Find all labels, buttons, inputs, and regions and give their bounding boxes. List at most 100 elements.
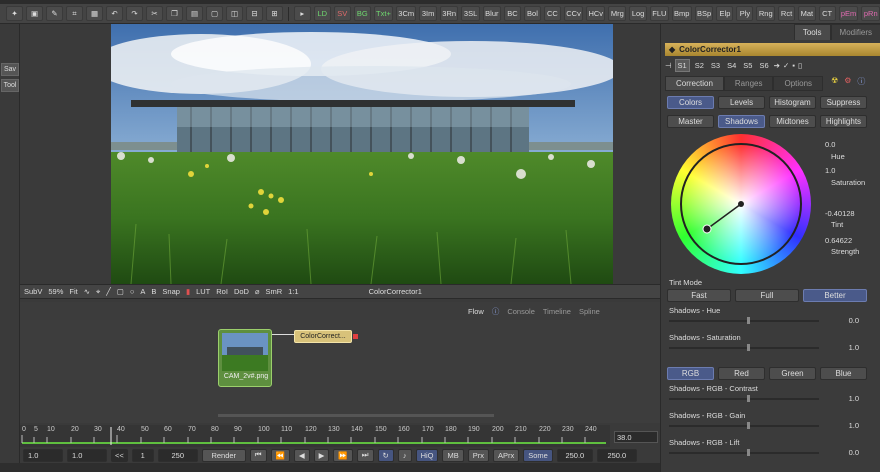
tool-bol[interactable]: Bol xyxy=(523,6,541,21)
hiq-button[interactable]: HiQ xyxy=(415,448,439,462)
tool-flu[interactable]: FLU xyxy=(649,6,669,21)
levels-button[interactable]: Levels xyxy=(718,96,765,109)
highlights-button[interactable]: Highlights xyxy=(820,115,867,128)
shadows-saturation-slider[interactable] xyxy=(669,347,819,349)
pin-icon[interactable]: ➔ xyxy=(774,61,780,70)
spline-icon[interactable]: ∿ xyxy=(84,287,90,296)
layout-icon-1[interactable]: ▢ xyxy=(206,6,223,21)
output-connector[interactable] xyxy=(353,334,358,339)
master-button[interactable]: Master xyxy=(667,115,714,128)
gain-value[interactable]: 1.0 xyxy=(823,421,859,430)
tool-sv[interactable]: SV xyxy=(333,6,351,21)
contrast-knob[interactable] xyxy=(747,395,750,402)
tool-bg[interactable]: BG xyxy=(353,6,371,21)
tab-tools[interactable]: Tools xyxy=(793,24,831,40)
loader-node[interactable]: CAM_2v#.png xyxy=(218,329,272,387)
tool-ply[interactable]: Ply xyxy=(736,6,754,21)
tool-log[interactable]: Log xyxy=(629,6,647,21)
timeline[interactable]: 0 5 10 20 30 40 50 60 70 80 90 100 110 1… xyxy=(20,425,660,447)
cut-icon[interactable]: ✂ xyxy=(146,6,163,21)
color-channel-icon[interactable]: ▮ xyxy=(186,287,190,296)
smr-button[interactable]: SmR xyxy=(265,287,282,296)
colorcorrector-node[interactable]: ColorCorrect... xyxy=(294,330,352,343)
tint-mode-fast[interactable]: Fast xyxy=(667,289,731,302)
undo-icon[interactable]: ↶ xyxy=(106,6,123,21)
go-to-end-icon[interactable]: ⏭ xyxy=(356,448,374,462)
gain-slider[interactable] xyxy=(669,425,819,427)
text-icon[interactable]: A xyxy=(140,287,145,296)
tool-bsp[interactable]: BSp xyxy=(694,6,714,21)
flow-scrollbar[interactable] xyxy=(218,414,494,417)
tool-prn[interactable]: pRn xyxy=(861,6,880,21)
fit-button[interactable]: Fit xyxy=(69,287,77,296)
slot-s5[interactable]: S5 xyxy=(741,60,754,71)
shadows-hue-slider[interactable] xyxy=(669,320,819,322)
channel-red[interactable]: Red xyxy=(718,367,765,380)
color-wheel[interactable] xyxy=(671,134,811,274)
tool-blur[interactable]: Blur xyxy=(482,6,501,21)
play-reverse-icon[interactable]: ◀ xyxy=(293,448,310,462)
colors-button[interactable]: Colors xyxy=(667,96,714,109)
tab-spline[interactable]: Spline xyxy=(579,307,600,316)
snap-dropdown[interactable]: Snap xyxy=(162,287,180,296)
range-back-icon[interactable]: << xyxy=(111,448,128,462)
roi-button[interactable]: RoI xyxy=(216,287,228,296)
tool-3sl[interactable]: 3SL xyxy=(461,6,480,21)
tint-mode-better[interactable]: Better xyxy=(803,289,867,302)
info-icon[interactable]: ⓘ xyxy=(857,76,865,91)
tool-hcv[interactable]: HCv xyxy=(586,6,606,21)
tool-mat[interactable]: Mat xyxy=(798,6,816,21)
layout-icon-4[interactable]: ⊞ xyxy=(266,6,283,21)
text-bold-icon[interactable]: B xyxy=(151,287,156,296)
step-back-icon[interactable]: ⏪ xyxy=(270,448,290,462)
channel-blue[interactable]: Blue xyxy=(820,367,867,380)
histogram-button[interactable]: Histogram xyxy=(769,96,816,109)
tool-icon-4[interactable]: ⌗ xyxy=(66,6,83,21)
tool-bmp[interactable]: Bmp xyxy=(671,6,692,21)
tab-tool[interactable]: Tool xyxy=(1,79,19,92)
reset-icon[interactable]: ▯ xyxy=(798,61,802,70)
render-start-field[interactable]: 1.0 xyxy=(67,448,107,462)
step-forward-icon[interactable]: ⏩ xyxy=(333,448,353,462)
tool-icon-3[interactable]: ✎ xyxy=(46,6,63,21)
shadows-saturation-knob[interactable] xyxy=(747,344,750,351)
play-icon[interactable]: ▶ xyxy=(313,448,330,462)
tool-pem[interactable]: pEm xyxy=(838,6,859,21)
global-start-field[interactable]: 1.0 xyxy=(23,448,63,462)
tint-mode-full[interactable]: Full xyxy=(735,289,799,302)
render-end-field[interactable]: 250.0 xyxy=(556,448,593,462)
lift-slider[interactable] xyxy=(669,452,819,454)
lift-knob[interactable] xyxy=(747,449,750,456)
tab-modifiers[interactable]: Modifiers xyxy=(830,24,880,40)
shadows-hue-value[interactable]: 0.0 xyxy=(823,316,859,325)
subview-button[interactable]: SubV xyxy=(24,287,42,296)
slot-s1[interactable]: S1 xyxy=(674,59,690,72)
range-end-field[interactable]: 250 xyxy=(157,448,198,462)
ratio-button[interactable]: 1:1 xyxy=(288,287,298,296)
aprx-button[interactable]: APrx xyxy=(492,448,520,462)
saturation-value[interactable]: 1.0 xyxy=(825,166,861,175)
tab-console[interactable]: Console xyxy=(507,307,535,316)
tool-icon-5[interactable]: ▦ xyxy=(86,6,103,21)
tab-timeline[interactable]: Timeline xyxy=(543,307,571,316)
slider-handle-icon[interactable]: ⊣ xyxy=(665,61,672,70)
shadows-button[interactable]: Shadows xyxy=(718,115,765,128)
tool-mrg[interactable]: Mrg xyxy=(608,6,627,21)
lock-icon[interactable]: ⌀ xyxy=(255,287,260,296)
layout-icon-3[interactable]: ⊟ xyxy=(246,6,263,21)
tool-elp[interactable]: Elp xyxy=(716,6,734,21)
redo-icon[interactable]: ↷ xyxy=(126,6,143,21)
hue-value[interactable]: 0.0 xyxy=(825,140,861,149)
gain-knob[interactable] xyxy=(747,422,750,429)
go-to-start-icon[interactable]: ⏮ xyxy=(249,448,267,462)
suppress-button[interactable]: Suppress xyxy=(820,96,867,109)
strength-value[interactable]: 0.64622 xyxy=(825,236,871,245)
tool-header[interactable]: ◆ ColorCorrector1 xyxy=(665,43,880,56)
tab-sav[interactable]: Sav xyxy=(1,63,19,76)
tool-3rn[interactable]: 3Rn xyxy=(439,6,459,21)
paste-icon[interactable]: ▤ xyxy=(186,6,203,21)
lut-button[interactable]: LUT xyxy=(196,287,210,296)
tool-rct[interactable]: Rct xyxy=(778,6,796,21)
tool-ct[interactable]: CT xyxy=(818,6,836,21)
slot-s4[interactable]: S4 xyxy=(725,60,738,71)
